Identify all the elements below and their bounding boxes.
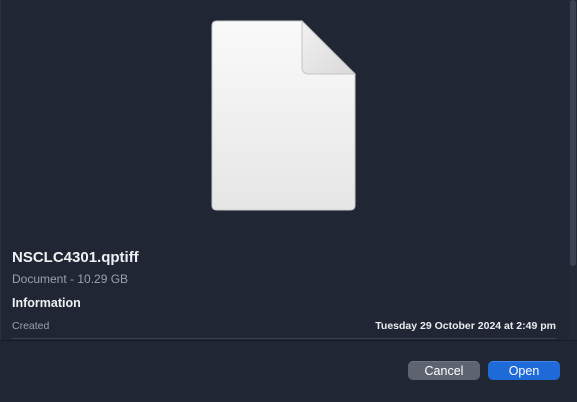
generic-document-icon — [211, 19, 357, 211]
footer-separator — [0, 340, 577, 341]
preview-scrollbar[interactable] — [569, 0, 577, 340]
info-value: Tuesday 29 October 2024 at 2:49 pm — [375, 320, 556, 332]
scrollbar-thumb[interactable] — [570, 0, 576, 266]
info-divider — [12, 338, 556, 339]
left-edge-divider — [0, 0, 1, 340]
file-open-dialog: NSCLC4301.qptiff Document - 10.29 GB Inf… — [0, 0, 577, 402]
info-label: Created — [12, 320, 50, 332]
open-button[interactable]: Open — [488, 361, 560, 380]
info-row-created: Created Tuesday 29 October 2024 at 2:49 … — [12, 318, 556, 336]
cancel-button[interactable]: Cancel — [408, 361, 480, 380]
file-preview — [211, 19, 357, 211]
information-heading: Information — [12, 296, 81, 310]
file-kind-size: Document - 10.29 GB — [12, 272, 129, 286]
file-name: NSCLC4301.qptiff — [12, 249, 139, 266]
